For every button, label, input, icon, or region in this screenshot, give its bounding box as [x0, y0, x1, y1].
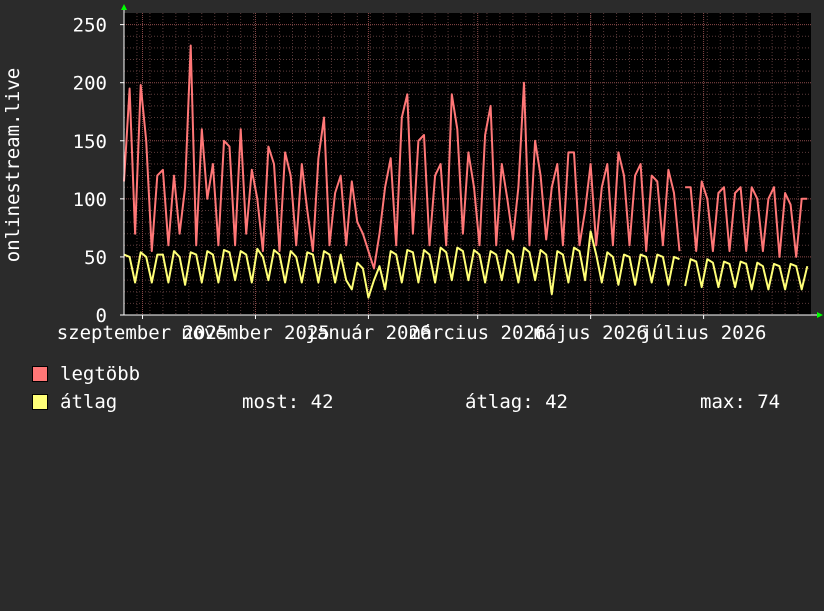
- y-tick-label: 150: [73, 131, 107, 153]
- stat-max: max: 74: [700, 391, 780, 413]
- stat-average: átlag: 42: [465, 391, 568, 413]
- x-tick-label: március 2026: [409, 322, 546, 344]
- legend-swatch-max: [32, 366, 48, 382]
- stat-current: most: 42: [242, 391, 334, 413]
- y-axis-arrow: [121, 4, 127, 10]
- line-chart: 050100150200250 szeptember 2025november …: [2, 4, 823, 344]
- stat-max-value: 74: [757, 391, 781, 413]
- legend-swatch-avg: [32, 394, 48, 410]
- x-tick-label: július 2026: [641, 322, 767, 344]
- stat-current-label: most:: [242, 391, 300, 413]
- stat-current-value: 42: [310, 391, 334, 413]
- x-tick-label: május 2026: [533, 322, 647, 344]
- legend-item-max: legtöbb: [32, 363, 140, 385]
- y-tick-label: 50: [84, 247, 107, 269]
- stat-average-value: 42: [545, 391, 568, 413]
- y-tick-label: 100: [73, 189, 107, 211]
- stat-max-label: max:: [700, 391, 746, 413]
- y-tick-label: 250: [73, 15, 107, 37]
- y-tick-labels: 050100150200250: [73, 15, 124, 327]
- y-tick-label: 200: [73, 73, 107, 95]
- x-axis-arrow: [817, 312, 823, 318]
- chart-root: 0 50 100 150 200 250 szeptember 2025 november …: [0, 0, 824, 430]
- legend-item-avg: átlag most: 42 átlag: 42 max: 74: [32, 391, 812, 413]
- y-axis-label: onlinestream.live: [2, 68, 24, 262]
- legend-label-avg: átlag: [60, 391, 118, 413]
- legend-label-max: legtöbb: [60, 363, 141, 385]
- stat-average-label: átlag:: [465, 391, 534, 413]
- x-tick-labels: szeptember 2025november 2025január 2026m…: [57, 315, 767, 344]
